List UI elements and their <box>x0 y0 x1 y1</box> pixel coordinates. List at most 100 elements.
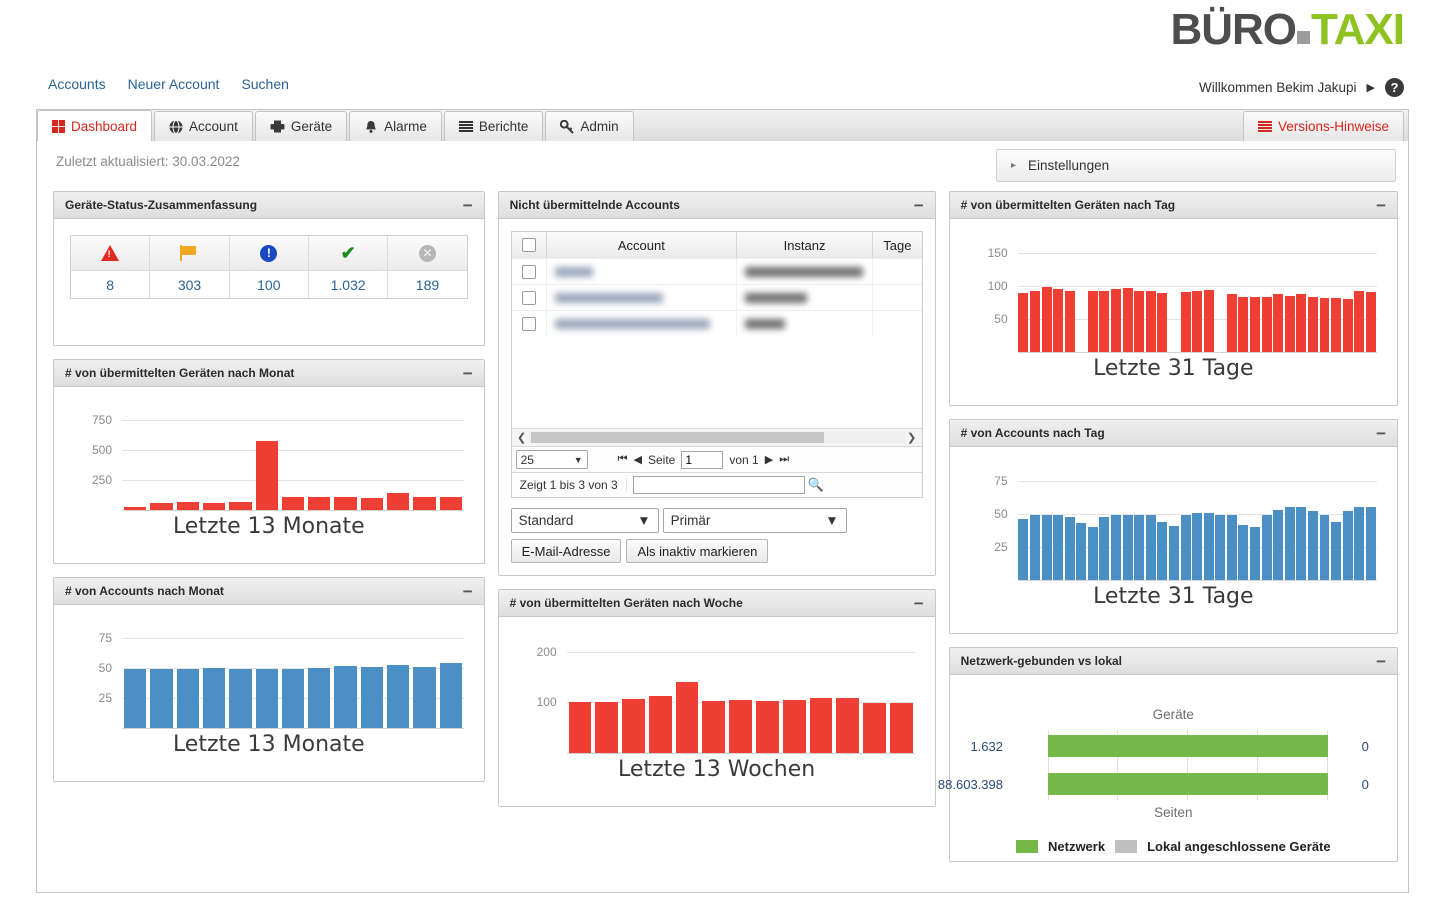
chart-bar[interactable] <box>256 669 278 728</box>
chart-accounts-by-month[interactable]: 255075Letzte 13 Monate <box>66 615 472 770</box>
chart-bar[interactable] <box>1192 291 1202 352</box>
chart-bar[interactable] <box>1227 294 1237 352</box>
chart-bar[interactable] <box>1273 510 1283 580</box>
scroll-left-icon[interactable]: ❮ <box>515 431 529 444</box>
search-icon[interactable]: 🔍 <box>805 477 827 493</box>
mark-inactive-button[interactable]: Als inaktiv markieren <box>626 539 768 563</box>
collapse-icon[interactable]: − <box>1376 653 1386 670</box>
chart-bar[interactable] <box>1273 294 1283 352</box>
chart-bar[interactable] <box>1354 291 1364 352</box>
select-all-checkbox[interactable] <box>522 238 536 252</box>
top-link-new-account[interactable]: Neuer Account <box>128 76 220 92</box>
chart-bar[interactable] <box>1111 289 1121 352</box>
chart-bar[interactable] <box>1088 291 1098 352</box>
status-cell-offline[interactable]: ✕ <box>388 236 466 270</box>
column-header-account[interactable]: Account <box>547 232 737 258</box>
chart-bar[interactable] <box>1343 299 1353 352</box>
network-chart[interactable]: Geräte 1.632 88.603.398 0 0 Seiten <box>962 685 1385 835</box>
welcome-user-menu[interactable]: Willkommen Bekim Jakupi <box>1199 80 1357 95</box>
tab-dashboard[interactable]: Dashboard <box>37 110 152 141</box>
last-page-icon[interactable]: ⏭ <box>779 453 789 466</box>
chart-bar[interactable] <box>1146 291 1156 352</box>
status-cell-ok[interactable]: ✔ <box>309 236 388 270</box>
chart-bar[interactable] <box>177 502 199 510</box>
chart-bar[interactable] <box>1354 507 1364 580</box>
cell-account[interactable] <box>547 259 737 284</box>
collapse-icon[interactable]: − <box>914 595 924 612</box>
prev-page-icon[interactable]: ◀ <box>634 453 642 466</box>
chart-bar[interactable] <box>676 682 699 753</box>
chart-bar[interactable] <box>1366 292 1376 352</box>
row-checkbox[interactable] <box>522 291 536 305</box>
collapse-icon[interactable]: − <box>463 365 473 382</box>
chart-bar[interactable] <box>1099 517 1109 580</box>
chart-bar[interactable] <box>1250 527 1260 580</box>
scrollbar-thumb[interactable] <box>531 432 824 443</box>
chart-bar[interactable] <box>783 700 806 753</box>
chart-bar[interactable] <box>1227 515 1237 580</box>
chart-bar[interactable] <box>1030 515 1040 580</box>
email-address-button[interactable]: E-Mail-Adresse <box>511 539 622 563</box>
chart-bar[interactable] <box>756 701 779 753</box>
chart-bar[interactable] <box>413 667 435 728</box>
chart-bar[interactable] <box>1088 527 1098 580</box>
chart-bar[interactable] <box>282 669 304 728</box>
page-number-input[interactable] <box>681 451 723 469</box>
chart-bar[interactable] <box>1053 289 1063 352</box>
chart-bar[interactable] <box>1134 515 1144 580</box>
chart-bar[interactable] <box>1042 515 1052 580</box>
chart-bar[interactable] <box>1296 507 1306 580</box>
chart-bar[interactable] <box>1285 507 1295 580</box>
contact-type-select[interactable]: Primär ▼ <box>663 508 847 533</box>
chart-bar[interactable] <box>387 665 409 728</box>
chart-bar[interactable] <box>622 699 645 753</box>
chart-bar[interactable] <box>203 503 225 510</box>
chart-bar[interactable] <box>1134 291 1144 352</box>
chart-bar[interactable] <box>282 497 304 510</box>
chart-bar[interactable] <box>702 701 725 753</box>
chart-bar[interactable] <box>150 503 172 510</box>
chart-bar[interactable] <box>1146 515 1156 580</box>
row-checkbox[interactable] <box>522 317 536 331</box>
status-value-ok[interactable]: 1.032 <box>309 270 388 298</box>
chart-bar[interactable] <box>334 497 356 510</box>
status-value-flag[interactable]: 303 <box>150 270 229 298</box>
collapse-icon[interactable]: − <box>463 583 473 600</box>
row-select-cell[interactable] <box>512 285 547 310</box>
chart-bar[interactable] <box>1065 291 1075 352</box>
chart-bar[interactable] <box>361 498 383 510</box>
tab-alarme[interactable]: Alarme <box>349 111 442 141</box>
chart-bar[interactable] <box>1250 297 1260 353</box>
chart-bar[interactable] <box>1331 522 1341 580</box>
chart-bar[interactable] <box>229 669 251 728</box>
chart-bar[interactable] <box>1262 515 1272 580</box>
tab-geraete[interactable]: Geräte <box>255 111 347 141</box>
status-value-info[interactable]: 100 <box>230 270 309 298</box>
chart-bar[interactable] <box>1308 511 1318 580</box>
chart-accounts-by-day[interactable]: 255075Letzte 31 Tage <box>962 457 1385 622</box>
chart-bar[interactable] <box>229 502 251 510</box>
collapse-icon[interactable]: − <box>1376 197 1386 214</box>
chart-bar[interactable] <box>1053 515 1063 580</box>
chart-bar[interactable] <box>1030 291 1040 352</box>
next-page-icon[interactable]: ▶ <box>765 453 773 466</box>
settings-accordion[interactable]: ▸ Einstellungen <box>996 149 1396 182</box>
horizontal-scrollbar[interactable]: ❮ ❯ <box>512 428 922 446</box>
chart-bar[interactable] <box>729 700 752 753</box>
chart-bar[interactable] <box>1320 298 1330 352</box>
chart-bar[interactable] <box>1099 291 1109 352</box>
chart-bar[interactable] <box>1111 515 1121 580</box>
chart-bar[interactable] <box>1192 513 1202 580</box>
chart-bar[interactable] <box>810 698 833 753</box>
chart-bar[interactable] <box>863 703 886 753</box>
top-link-accounts[interactable]: Accounts <box>48 76 106 92</box>
chart-bar[interactable] <box>1157 293 1167 352</box>
chart-bar[interactable] <box>649 696 672 753</box>
table-row[interactable] <box>512 310 922 336</box>
chart-bar[interactable] <box>440 663 462 728</box>
top-link-search[interactable]: Suchen <box>241 76 288 92</box>
chart-bar[interactable] <box>1065 517 1075 580</box>
status-cell-info[interactable]: ! <box>230 236 309 270</box>
chart-bar[interactable] <box>1238 297 1248 353</box>
chart-bar[interactable] <box>1285 296 1295 352</box>
